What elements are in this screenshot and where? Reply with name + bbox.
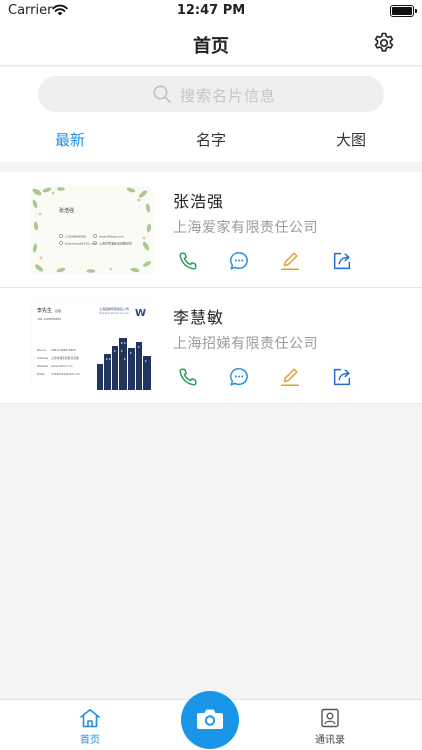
thumb-title: 经理 — [55, 308, 61, 313]
thumb-field-label: Address — [37, 356, 49, 360]
nav-bar: 首页 — [0, 22, 422, 66]
tabbar-contacts[interactable]: 通讯录 — [300, 708, 360, 746]
tabbar-home[interactable]: 首页 — [60, 708, 120, 746]
business-card-thumbnail[interactable]: 李先生 经理 186 1898888888 上海招娣有限责任公司 Shangha… — [31, 302, 153, 390]
clock: 12:47 PM — [176, 3, 246, 18]
thumb-company-en: Shanghai Zhaodi Co.,Ltd — [99, 312, 129, 315]
search-input[interactable]: 搜索名片信息 — [38, 76, 384, 112]
thumb-company: 上海招娣有限责任公司 — [99, 306, 129, 311]
contact-name: 张浩强 — [173, 192, 225, 211]
share-icon[interactable] — [331, 250, 353, 272]
tab-large-image[interactable]: 大图 — [336, 129, 366, 150]
thumb-field-value: 13398222@163.com — [51, 372, 81, 376]
edit-icon[interactable] — [279, 366, 301, 388]
thumb-field-label: Website — [37, 364, 48, 368]
search-placeholder: 搜索名片信息 — [180, 87, 277, 105]
thumb-field-label: Email — [37, 372, 45, 376]
camera-icon — [197, 709, 223, 729]
thumb-logo: W — [135, 308, 146, 319]
status-bar: Carrier 12:47 PM — [0, 0, 422, 22]
thumb-phone: 13838888888 — [65, 235, 86, 239]
search-icon — [153, 85, 171, 103]
message-icon[interactable] — [228, 366, 250, 388]
thumb-field-value: www.123d.com — [51, 364, 73, 368]
tab-name[interactable]: 名字 — [196, 129, 226, 150]
list-item[interactable]: 李先生 经理 186 1898888888 上海招娣有限责任公司 Shangha… — [0, 288, 422, 404]
thumb-email: zhanhaoqi@126.com — [65, 242, 97, 246]
thumb-field-value: 上海市浦东新区某某路 — [51, 356, 79, 360]
tabbar-home-label: 首页 — [80, 735, 100, 746]
contact-name: 李慧敏 — [173, 308, 225, 327]
edit-icon[interactable] — [279, 250, 301, 272]
contact-company: 上海爱家有限责任公司 — [173, 220, 318, 236]
search-section: 搜索名片信息 最新 名字 大图 — [0, 67, 422, 162]
business-card-thumbnail[interactable]: 张浩强 13838888888 www.888qq.com zhanhaoqi@… — [31, 186, 153, 274]
thumb-website: www.888qq.com — [99, 235, 124, 239]
scan-camera-button[interactable] — [181, 691, 239, 749]
share-icon[interactable] — [331, 366, 353, 388]
message-icon[interactable] — [228, 250, 250, 272]
list-item[interactable]: 张浩强 13838888888 www.888qq.com zhanhaoqi@… — [0, 172, 422, 288]
thumb-field-value: 18011098876610 — [51, 348, 76, 352]
phone-icon[interactable] — [177, 366, 199, 388]
tab-latest[interactable]: 最新 — [55, 129, 85, 150]
contact-company: 上海招娣有限责任公司 — [173, 336, 318, 352]
gear-icon[interactable] — [372, 31, 396, 55]
thumb-phone: 186 1898888888 — [37, 317, 61, 321]
tabbar-contacts-label: 通讯录 — [315, 735, 345, 746]
thumb-name: 张浩强 — [59, 207, 74, 214]
page-title: 首页 — [193, 36, 229, 57]
battery-icon — [390, 5, 417, 17]
phone-icon[interactable] — [177, 250, 199, 272]
thumb-name: 李先生 — [37, 307, 52, 314]
home-icon — [80, 709, 100, 728]
card-list: 张浩强 13838888888 www.888qq.com zhanhaoqi@… — [0, 172, 422, 404]
contacts-icon — [321, 708, 339, 728]
thumb-address: 上海市黄浦区某某路某号 — [99, 241, 132, 246]
thumb-field-label: Phone — [37, 348, 46, 352]
